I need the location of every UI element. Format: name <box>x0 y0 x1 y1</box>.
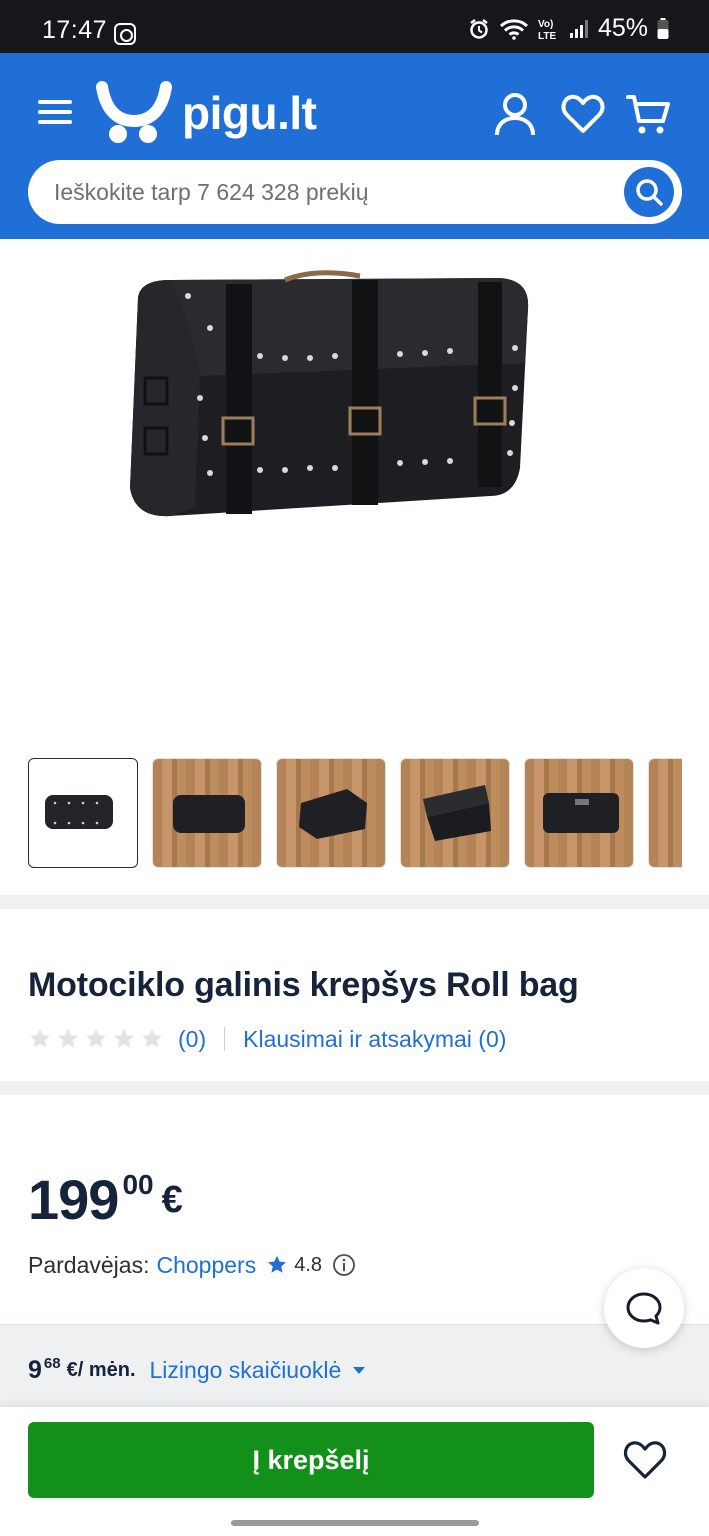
star-icon <box>268 1255 287 1273</box>
cart-button[interactable] <box>626 91 672 137</box>
star-icon <box>30 1029 50 1048</box>
star-icon <box>114 1029 134 1048</box>
thumbnail-6[interactable] <box>648 758 682 868</box>
lease-integer: 9 <box>28 1355 42 1384</box>
volte-icon: Vo) LTE <box>538 17 560 41</box>
heart-icon <box>623 1441 667 1479</box>
signal-icon <box>569 19 589 39</box>
bottom-action-bar: Į krepšelį <box>0 1407 709 1536</box>
status-time: 17:47 <box>42 16 108 44</box>
review-count-link[interactable]: (0) <box>178 1026 206 1053</box>
wishlist-button[interactable] <box>560 91 606 137</box>
product-main-image[interactable] <box>110 258 540 538</box>
wifi-icon <box>499 18 529 40</box>
menu-button[interactable] <box>38 97 72 127</box>
section-divider <box>0 895 709 909</box>
thumbnail-4[interactable] <box>400 758 510 868</box>
search-button[interactable] <box>624 167 674 217</box>
star-icon <box>86 1029 106 1048</box>
leasing-section: 9 68 €/ mėn. Lizingo skaičiuoklė <box>0 1324 709 1414</box>
status-bar: 17:47 Vo) LTE 45% <box>0 0 709 53</box>
thumbnail-strip <box>28 758 682 868</box>
search-icon <box>636 179 663 206</box>
lease-unit: €/ mėn. <box>66 1358 136 1381</box>
info-icon[interactable] <box>332 1253 356 1277</box>
logo-cart-icon <box>96 81 172 143</box>
status-icons: Vo) LTE 45% <box>468 14 669 43</box>
heart-icon <box>561 94 605 133</box>
search-bar <box>28 160 682 224</box>
chat-icon <box>626 1292 662 1325</box>
seller-link[interactable]: Choppers <box>156 1252 256 1279</box>
thumbnail-image <box>543 793 619 833</box>
thumbnail-1[interactable] <box>28 758 138 868</box>
section-divider <box>0 1081 709 1095</box>
thumbnail-image <box>45 795 113 829</box>
product-title: Motociklo galinis krepšys Roll bag <box>28 966 579 1004</box>
thumbnail-image <box>299 789 367 839</box>
seller-row: Pardavėjas: Choppers 4.8 <box>28 1250 356 1280</box>
site-header: pigu.lt <box>0 53 709 239</box>
lease-decimals: 68 <box>43 1355 61 1372</box>
price-integer: 199 <box>28 1168 119 1231</box>
seller-label: Pardavėjas: <box>28 1251 150 1278</box>
roll-bag-image <box>130 270 529 517</box>
star-icon <box>58 1029 78 1048</box>
menu-icon <box>38 100 72 104</box>
price-currency: € <box>161 1179 183 1221</box>
qa-link[interactable]: Klausimai ir atsakymai (0) <box>243 1026 506 1053</box>
thumbnail-image <box>173 795 245 833</box>
thumbnail-5[interactable] <box>524 758 634 868</box>
leasing-calculator-link[interactable]: Lizingo skaičiuoklė <box>150 1357 342 1384</box>
add-to-wishlist-button[interactable] <box>622 1437 668 1483</box>
home-indicator[interactable] <box>231 1520 479 1526</box>
cart-icon <box>626 95 670 134</box>
chat-button[interactable] <box>604 1268 684 1348</box>
svg-text:Vo): Vo) <box>538 19 553 30</box>
rating-stars[interactable] <box>28 1027 164 1051</box>
search-input[interactable] <box>54 160 614 224</box>
chevron-down-icon[interactable] <box>353 1366 366 1374</box>
battery-percent: 45% <box>597 14 648 42</box>
seller-rating: 4.8 <box>294 1253 323 1276</box>
leasing-row: 9 68 €/ mėn. Lizingo skaičiuoklė <box>28 1353 366 1387</box>
alarm-icon <box>468 18 490 40</box>
site-logo[interactable]: pigu.lt <box>96 81 317 145</box>
add-to-cart-button[interactable]: Į krepšelį <box>28 1422 594 1498</box>
thumbnail-2[interactable] <box>152 758 262 868</box>
divider <box>224 1027 226 1051</box>
svg-text:LTE: LTE <box>538 31 556 41</box>
product-price: 199 00 € <box>28 1168 183 1232</box>
thumbnail-3[interactable] <box>276 758 386 868</box>
thumbnail-image <box>423 785 491 841</box>
instagram-icon <box>114 23 136 45</box>
user-icon <box>495 93 535 136</box>
rating-row: (0) Klausimai ir atsakymai (0) <box>28 1024 506 1054</box>
account-button[interactable] <box>492 91 538 137</box>
price-decimals: 00 <box>122 1169 154 1200</box>
battery-icon <box>657 17 669 40</box>
star-icon <box>142 1029 162 1048</box>
logo-text: pigu.lt <box>182 87 317 139</box>
